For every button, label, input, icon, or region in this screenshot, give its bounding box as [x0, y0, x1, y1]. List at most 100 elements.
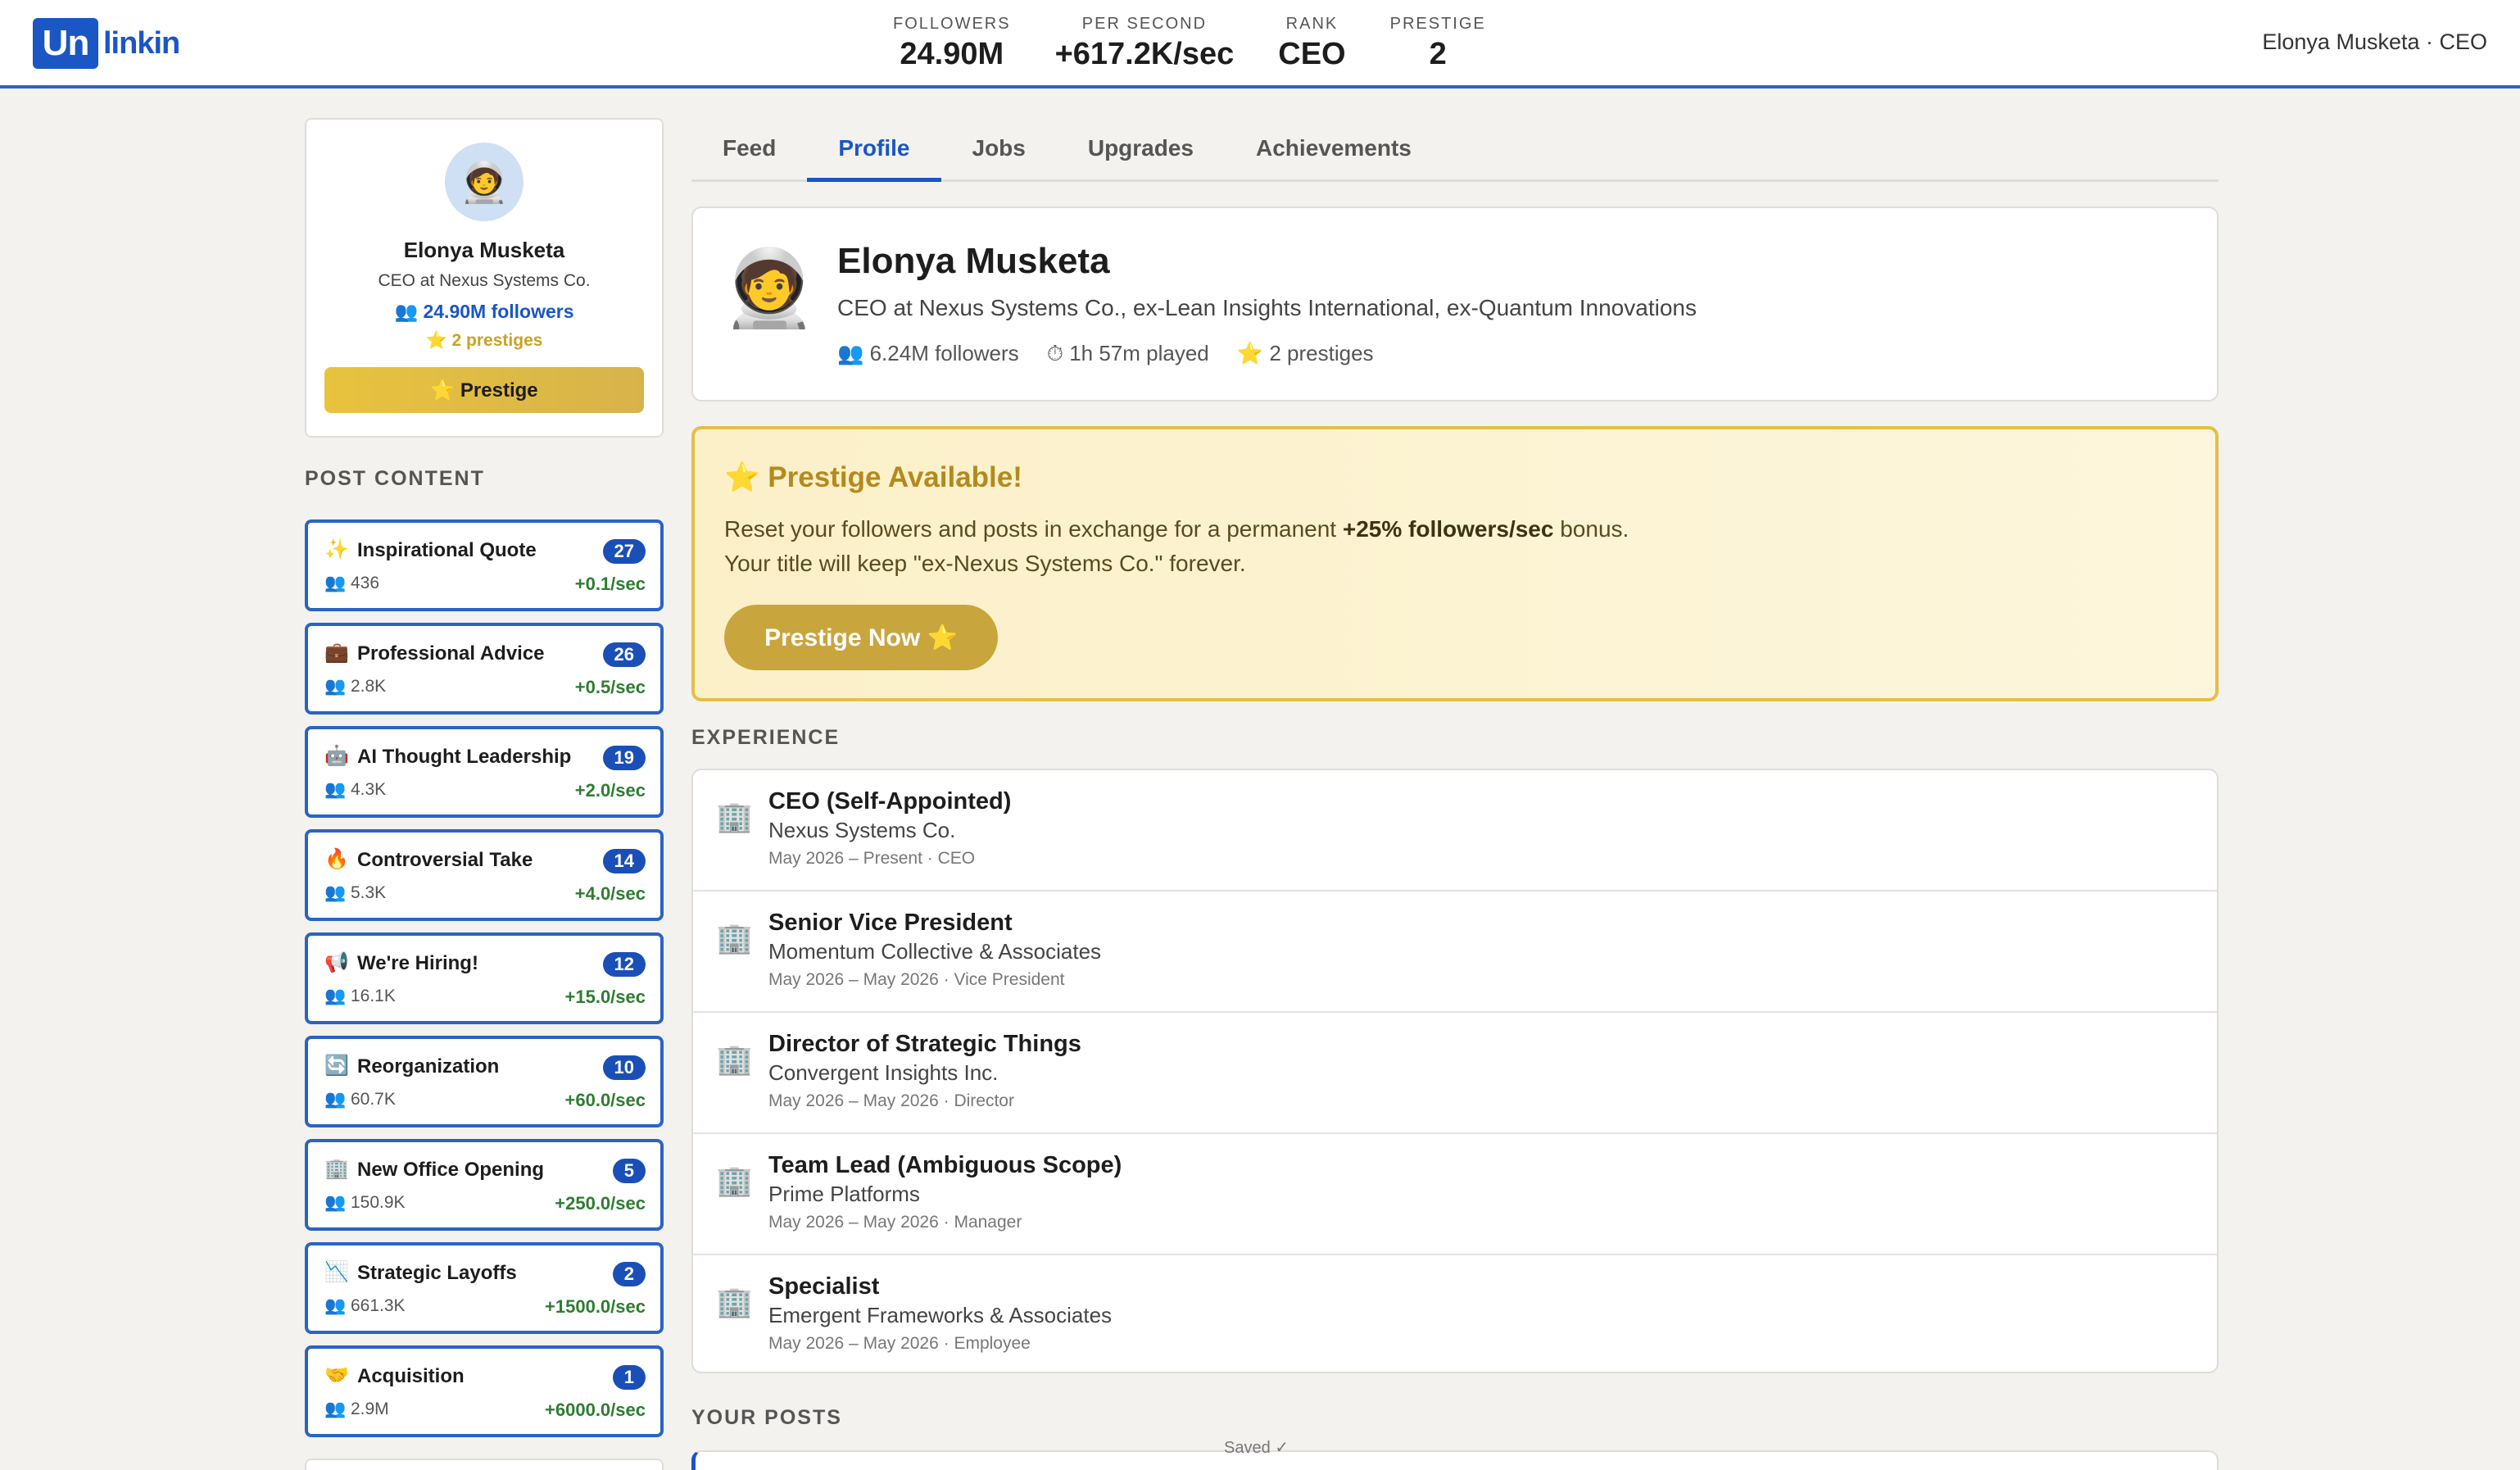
- prestige-banner-title: ⭐ Prestige Available!: [724, 461, 1022, 493]
- post-followers: 👥 661.3K: [324, 1296, 406, 1315]
- experience-item: 🏢 CEO (Self-Appointed) Nexus Systems Co.…: [693, 770, 2217, 892]
- stat-followers: FOLLOWERS 24.90M: [893, 15, 1011, 72]
- post-followers: 👥 16.1K: [324, 987, 396, 1005]
- post-option-inspirational-quote[interactable]: ✨ Inspirational Quote 27 👥 436 +0.1/sec: [305, 519, 664, 611]
- experience-item: 🏢 Senior Vice President Momentum Collect…: [693, 892, 2217, 1013]
- stat-value: +617.2K/sec: [1054, 37, 1235, 71]
- experience-company: Emergent Frameworks & Associates: [768, 1303, 1113, 1327]
- post-name: Strategic Layoffs: [357, 1262, 517, 1284]
- sidebar-followers: 👥 24.90M followers: [394, 301, 574, 322]
- prestige-now-button[interactable]: Prestige Now ⭐: [724, 605, 998, 670]
- experience-dates: May 2026 – Present · CEO: [768, 849, 976, 868]
- post-option-strategic-layoffs[interactable]: 📉 Strategic Layoffs 2 👥 661.3K +1500.0/s…: [305, 1242, 664, 1334]
- experience-heading: EXPERIENCE: [691, 726, 841, 749]
- experience-item: 🏢 Director of Strategic Things Convergen…: [693, 1013, 2217, 1134]
- handshake-icon: 🤝: [324, 1364, 349, 1386]
- avatar: 🧑‍🚀: [445, 143, 523, 221]
- profile-name: Elonya Musketa: [837, 241, 1110, 281]
- post-name: We're Hiring!: [357, 952, 478, 974]
- experience-dates: May 2026 – May 2026 · Vice President: [768, 970, 1065, 989]
- experience-title: Team Lead (Ambiguous Scope): [768, 1152, 1122, 1178]
- cycle-icon: 🔄: [324, 1055, 349, 1077]
- stat-prestige: PRESTIGE 2: [1390, 15, 1486, 72]
- logo-text: linkin: [103, 25, 180, 61]
- experience-company: Convergent Insights Inc.: [768, 1060, 999, 1085]
- profile-meta: 👥 6.24M followers ⏱ 1h 57m played ⭐ 2 pr…: [837, 341, 1374, 367]
- tab-jobs[interactable]: Jobs: [941, 123, 1057, 182]
- tab-achievements[interactable]: Achievements: [1225, 123, 1443, 182]
- profile-played-time: ⏱ 1h 57m played: [1046, 341, 1209, 365]
- prestige-button[interactable]: ⭐ Prestige: [324, 367, 644, 413]
- post-option-reorganization[interactable]: 🔄 Reorganization 10 👥 60.7K +60.0/sec: [305, 1036, 664, 1127]
- chart-down-icon: 📉: [324, 1261, 349, 1283]
- post-rate: +60.0/sec: [564, 1090, 646, 1110]
- experience-list: 🏢 CEO (Self-Appointed) Nexus Systems Co.…: [691, 769, 2219, 1373]
- post-option-were-hiring[interactable]: 📢 We're Hiring! 12 👥 16.1K +15.0/sec: [305, 932, 664, 1024]
- megaphone-icon: 📢: [324, 951, 349, 973]
- post-name: AI Thought Leadership: [357, 746, 572, 768]
- post-followers: 👥 4.3K: [324, 780, 387, 799]
- briefcase-icon: 💼: [324, 642, 349, 664]
- post-count-badge: 10: [602, 1055, 646, 1080]
- stat-label: RANK: [1285, 15, 1339, 33]
- post-name: New Office Opening: [357, 1159, 545, 1181]
- experience-title: CEO (Self-Appointed): [768, 788, 1012, 814]
- your-posts-list: [691, 1450, 2219, 1470]
- sidebar-next-card: [305, 1459, 664, 1470]
- post-followers: 👥 60.7K: [324, 1090, 396, 1109]
- post-name: Inspirational Quote: [357, 539, 537, 561]
- office-building-icon: 🏢: [716, 1164, 753, 1197]
- tab-profile[interactable]: Profile: [807, 123, 941, 182]
- profile-prestiges: ⭐ 2 prestiges: [1236, 341, 1374, 365]
- profile-followers: 👥 6.24M followers: [837, 341, 1019, 365]
- post-count-badge: 26: [602, 642, 646, 667]
- post-option-controversial-take[interactable]: 🔥 Controversial Take 14 👥 5.3K +4.0/sec: [305, 829, 664, 921]
- profile-headline: CEO at Nexus Systems Co., ex-Lean Insigh…: [837, 295, 1697, 320]
- post-option-new-office-opening[interactable]: 🏢 New Office Opening 5 👥 150.9K +250.0/s…: [305, 1139, 664, 1231]
- office-building-icon: 🏢: [324, 1158, 349, 1180]
- experience-item: 🏢 Specialist Emergent Frameworks & Assoc…: [693, 1255, 2217, 1372]
- post-rate: +1500.0/sec: [545, 1296, 646, 1317]
- stat-value: 24.90M: [900, 37, 1004, 71]
- experience-company: Nexus Systems Co.: [768, 818, 956, 842]
- experience-dates: May 2026 – May 2026 · Employee: [768, 1334, 1031, 1353]
- office-building-icon: 🏢: [716, 800, 753, 833]
- post-followers: 👥 150.9K: [324, 1193, 406, 1212]
- post-option-ai-thought-leadership[interactable]: 🤖 AI Thought Leadership 19 👥 4.3K +2.0/s…: [305, 726, 664, 818]
- avatar: 🧑‍🚀: [722, 246, 817, 330]
- post-name: Controversial Take: [357, 849, 533, 871]
- robot-icon: 🤖: [324, 745, 349, 767]
- post-count-badge: 2: [612, 1262, 646, 1286]
- post-followers: 👥 436: [324, 574, 380, 592]
- post-rate: +2.0/sec: [574, 780, 646, 801]
- your-posts-heading: YOUR POSTS: [691, 1406, 842, 1429]
- saved-indicator: Saved ✓: [1224, 1439, 1289, 1457]
- top-bar: Un linkin FOLLOWERS 24.90M PER SECOND +6…: [0, 0, 2520, 88]
- tab-feed[interactable]: Feed: [691, 123, 807, 182]
- post-count-badge: 5: [612, 1159, 646, 1183]
- experience-title: Senior Vice President: [768, 910, 1013, 936]
- stat-per-second: PER SECOND +617.2K/sec: [1055, 15, 1235, 72]
- sidebar-prestiges: ⭐ 2 prestiges: [425, 331, 543, 350]
- stat-rank: RANK CEO: [1278, 15, 1345, 72]
- post-option-acquisition[interactable]: 🤝 Acquisition 1 👥 2.9M +6000.0/sec: [305, 1345, 664, 1437]
- profile-card: 🧑‍🚀 Elonya Musketa CEO at Nexus Systems …: [691, 206, 2219, 402]
- stat-value: CEO: [1278, 37, 1346, 71]
- logo[interactable]: Un linkin: [33, 18, 180, 69]
- post-count-badge: 12: [602, 952, 646, 977]
- user-name-rank: Elonya Musketa · CEO: [2262, 29, 2487, 54]
- post-name: Acquisition: [357, 1365, 465, 1387]
- post-name: Reorganization: [357, 1055, 500, 1078]
- stats-bar: FOLLOWERS 24.90M PER SECOND +617.2K/sec …: [893, 15, 1530, 72]
- post-option-professional-advice[interactable]: 💼 Professional Advice 26 👥 2.8K +0.5/sec: [305, 623, 664, 715]
- experience-company: Prime Platforms: [768, 1182, 920, 1206]
- post-rate: +0.1/sec: [574, 574, 646, 594]
- post-rate: +4.0/sec: [574, 883, 646, 904]
- experience-dates: May 2026 – May 2026 · Manager: [768, 1213, 1022, 1232]
- experience-item: 🏢 Team Lead (Ambiguous Scope) Prime Plat…: [693, 1134, 2217, 1255]
- logo-mark: Un: [33, 18, 98, 69]
- post-name: Professional Advice: [357, 642, 545, 665]
- fire-icon: 🔥: [324, 848, 349, 870]
- tab-upgrades[interactable]: Upgrades: [1057, 123, 1225, 182]
- office-building-icon: 🏢: [716, 1042, 753, 1076]
